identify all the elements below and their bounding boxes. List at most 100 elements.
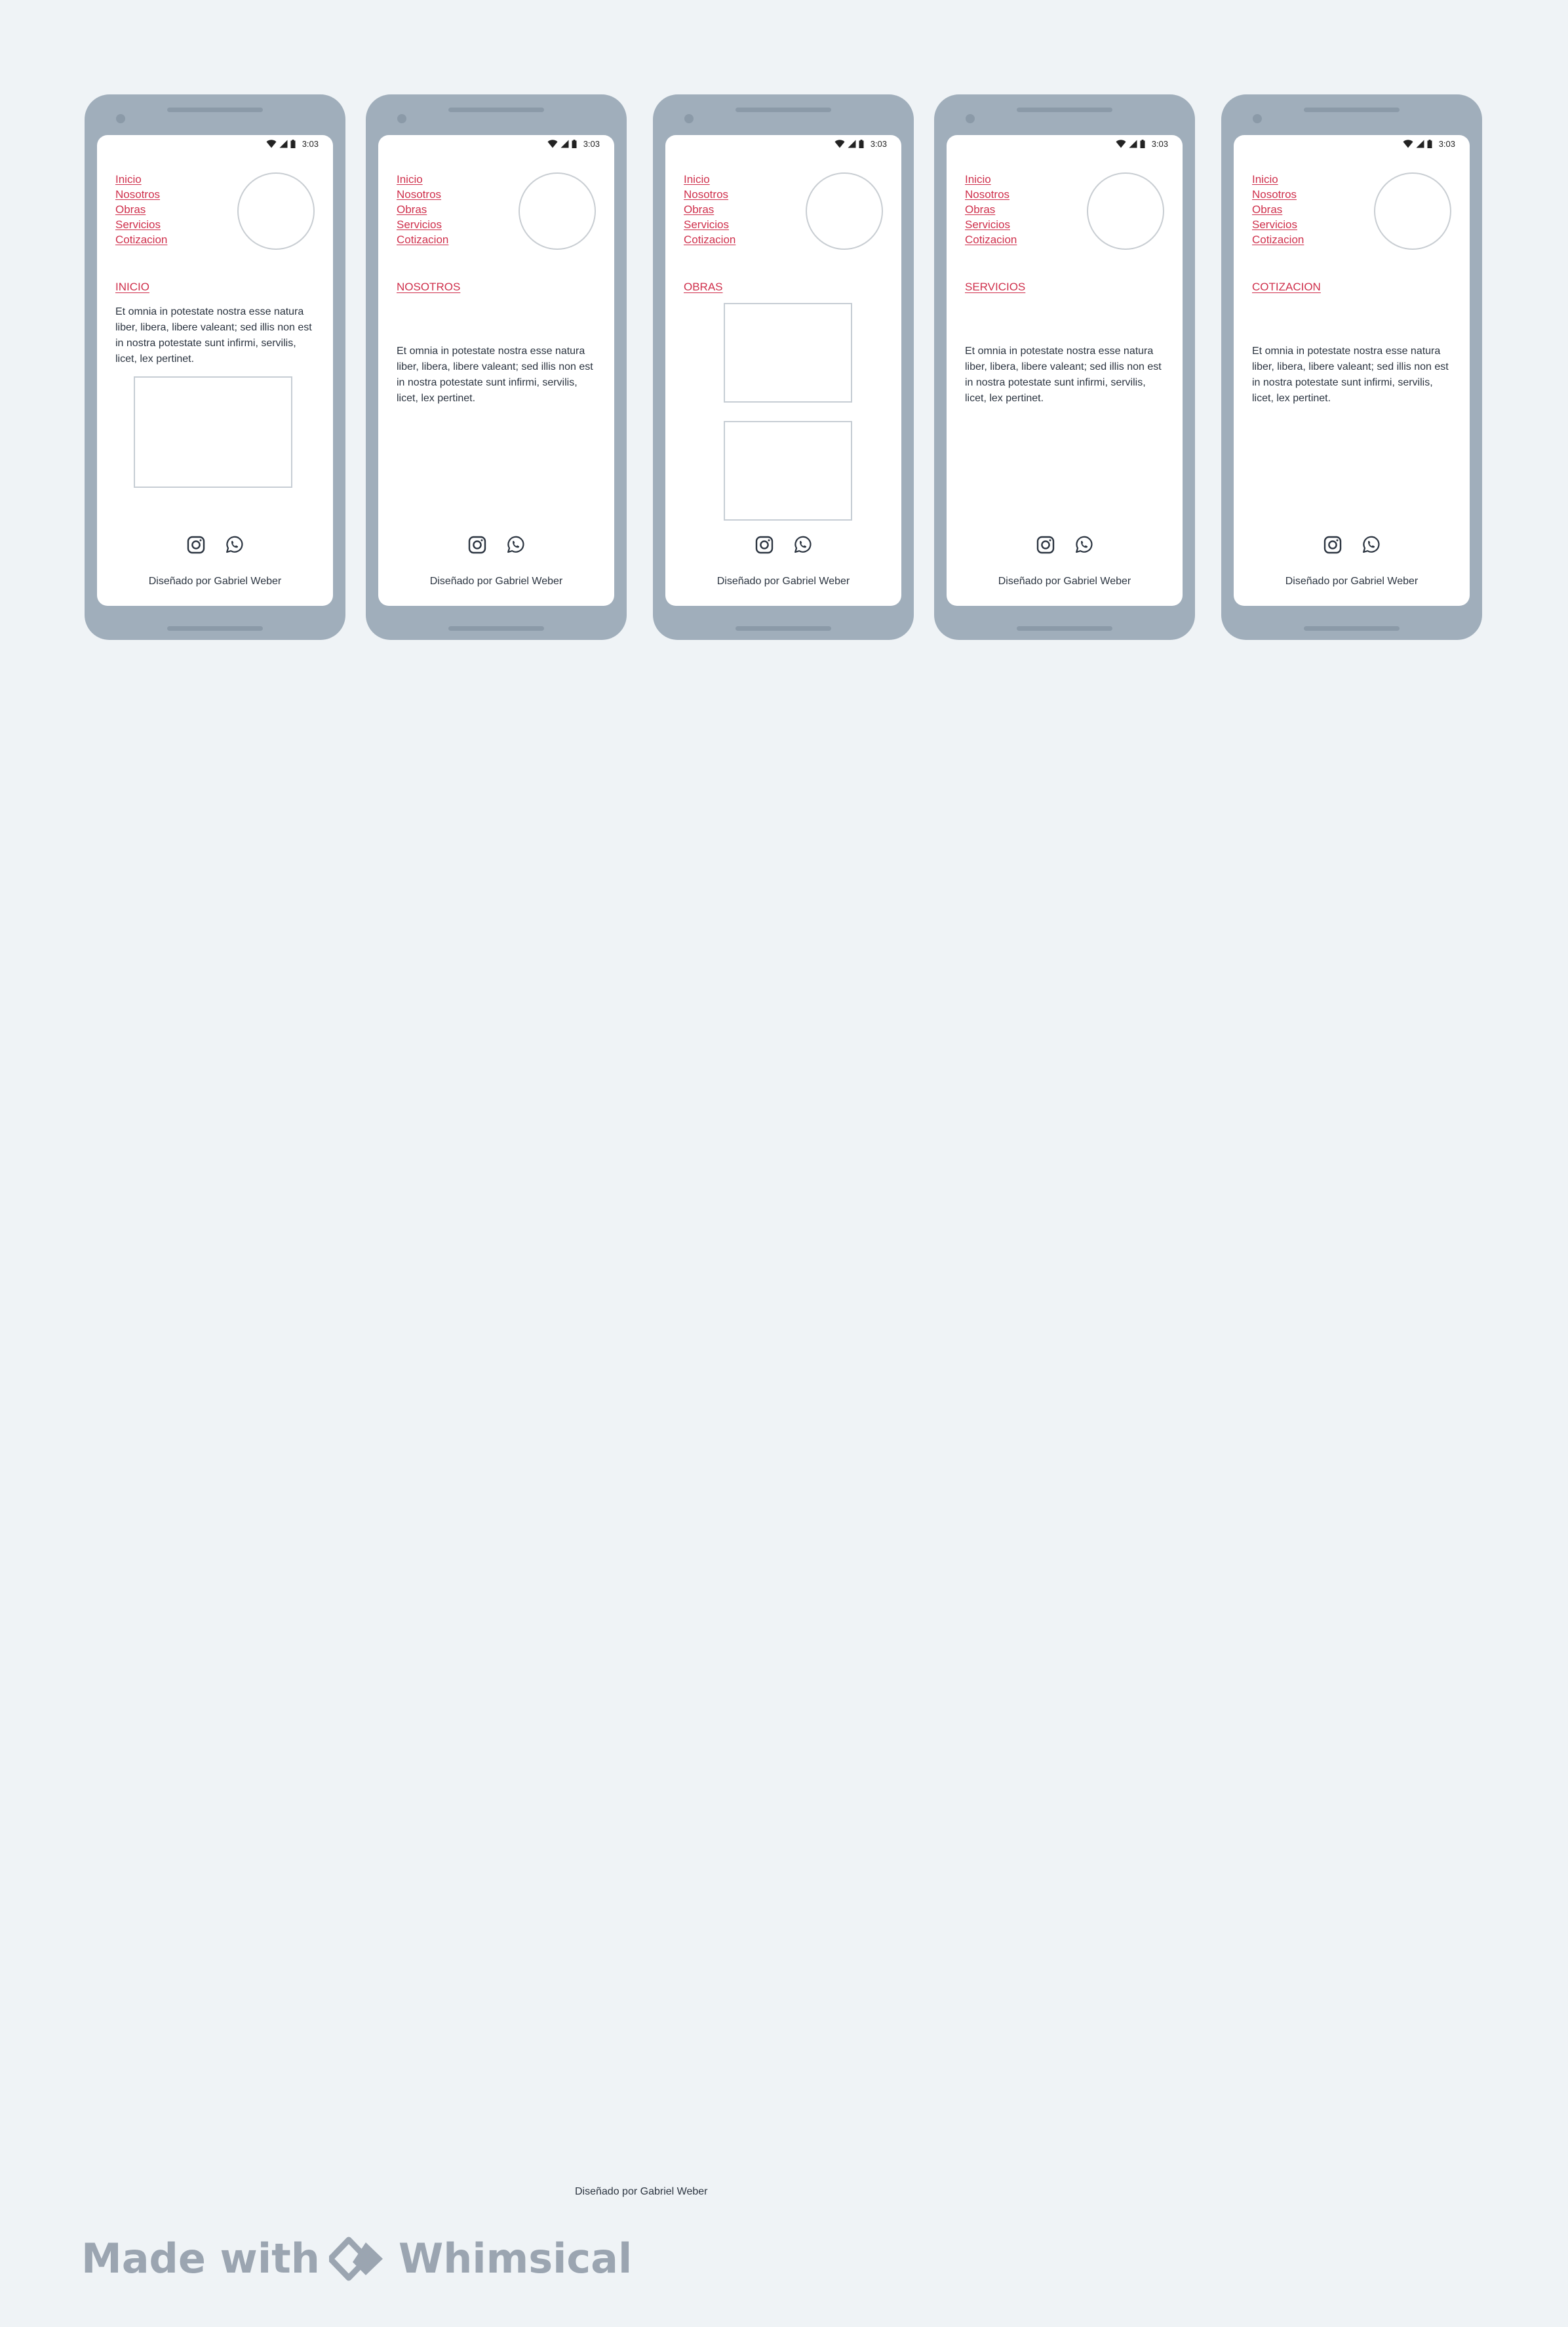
whatsapp-icon[interactable]: [224, 535, 244, 555]
phone-speaker: [1304, 108, 1400, 112]
mockup-canvas: 3:03 Inicio Nosotros Obras Servicios Cot…: [0, 0, 1568, 656]
whatsapp-icon[interactable]: [1361, 535, 1381, 555]
social-links: [1234, 535, 1470, 555]
nav-link-servicios[interactable]: Servicios: [397, 217, 448, 232]
phone-home-bar: [1017, 626, 1112, 631]
wifi-icon: [1403, 139, 1413, 148]
phone-speaker: [1017, 108, 1112, 112]
nav-link-servicios[interactable]: Servicios: [115, 217, 167, 232]
logo-placeholder: [237, 172, 315, 250]
nav-link-servicios[interactable]: Servicios: [684, 217, 735, 232]
nav-link-obras[interactable]: Obras: [965, 202, 1017, 217]
battery-icon: [1140, 139, 1145, 148]
nav-link-inicio[interactable]: Inicio: [684, 172, 735, 187]
section-body: Et omnia in potestate nostra esse natura…: [397, 346, 593, 404]
phone-cotizacion: 3:03 Inicio Nosotros Obras Servicios Cot…: [1221, 94, 1482, 640]
signal-icon: [1416, 140, 1424, 148]
instagram-icon[interactable]: [755, 535, 774, 555]
phone-obras: 3:03 Inicio Nosotros Obras Servicios Cot…: [653, 94, 914, 640]
nav-link-cotizacion[interactable]: Cotizacion: [965, 232, 1017, 247]
whatsapp-icon[interactable]: [505, 535, 525, 555]
nav-link-obras[interactable]: Obras: [397, 202, 448, 217]
nav-link-obras[interactable]: Obras: [684, 202, 735, 217]
phone-camera: [1253, 114, 1262, 123]
phone-speaker: [735, 108, 831, 112]
nav-link-nosotros[interactable]: Nosotros: [397, 187, 448, 202]
footer-credit: Diseñado por Gabriel Weber: [1285, 576, 1419, 587]
phone-servicios: 3:03 Inicio Nosotros Obras Servicios Cot…: [934, 94, 1195, 640]
battery-icon: [1427, 139, 1432, 148]
whatsapp-icon[interactable]: [1074, 535, 1093, 555]
phone-inicio: 3:03 Inicio Nosotros Obras Servicios Cot…: [85, 94, 345, 640]
section-title: NOSOTROS: [397, 281, 461, 293]
signal-icon: [279, 140, 288, 148]
wifi-icon: [547, 139, 558, 148]
phone-home-bar: [167, 626, 263, 631]
phone-screen: 3:03 Inicio Nosotros Obras Servicios Cot…: [947, 135, 1183, 606]
phone-screen: 3:03 Inicio Nosotros Obras Servicios Cot…: [1234, 135, 1470, 606]
nav-link-cotizacion[interactable]: Cotizacion: [115, 232, 167, 247]
wifi-icon: [1116, 139, 1126, 148]
section-title: SERVICIOS: [965, 281, 1026, 293]
status-time: 3:03: [583, 138, 600, 149]
status-bar: 3:03: [834, 138, 887, 149]
battery-icon: [572, 139, 577, 148]
social-links: [97, 535, 333, 555]
nav-menu: Inicio Nosotros Obras Servicios Cotizaci…: [684, 172, 735, 247]
phone-screen: 3:03 Inicio Nosotros Obras Servicios Cot…: [378, 135, 614, 606]
section-body: Et omnia in potestate nostra esse natura…: [965, 346, 1162, 404]
nav-link-servicios[interactable]: Servicios: [1252, 217, 1304, 232]
nav-link-cotizacion[interactable]: Cotizacion: [1252, 232, 1304, 247]
work-image-placeholder: [724, 303, 852, 403]
watermark-prefix: Made with: [81, 2235, 320, 2282]
nav-link-cotizacion[interactable]: Cotizacion: [684, 232, 735, 247]
logo-placeholder: [1087, 172, 1164, 250]
phone-screen: 3:03 Inicio Nosotros Obras Servicios Cot…: [97, 135, 333, 606]
nav-link-nosotros[interactable]: Nosotros: [1252, 187, 1304, 202]
social-links: [378, 535, 614, 555]
nav-link-servicios[interactable]: Servicios: [965, 217, 1017, 232]
nav-link-inicio[interactable]: Inicio: [115, 172, 167, 187]
footer-credit: Diseñado por Gabriel Weber: [998, 576, 1131, 587]
nav-link-inicio[interactable]: Inicio: [965, 172, 1017, 187]
canvas-credit-text: Diseñado por Gabriel Weber: [575, 2186, 708, 2197]
phone-camera: [116, 114, 125, 123]
footer-credit: Diseñado por Gabriel Weber: [716, 576, 850, 587]
battery-icon: [290, 139, 296, 148]
nav-link-nosotros[interactable]: Nosotros: [115, 187, 167, 202]
work-image-placeholder: [724, 421, 852, 521]
logo-placeholder: [806, 172, 883, 250]
nav-link-inicio[interactable]: Inicio: [1252, 172, 1304, 187]
phone-camera: [966, 114, 975, 123]
status-bar: 3:03: [1403, 138, 1455, 149]
wifi-icon: [266, 139, 277, 148]
signal-icon: [1129, 140, 1137, 148]
phone-home-bar: [448, 626, 544, 631]
instagram-icon[interactable]: [467, 535, 487, 555]
nav-link-obras[interactable]: Obras: [1252, 202, 1304, 217]
instagram-icon[interactable]: [186, 535, 206, 555]
nav-link-nosotros[interactable]: Nosotros: [684, 187, 735, 202]
nav-link-obras[interactable]: Obras: [115, 202, 167, 217]
nav-menu: Inicio Nosotros Obras Servicios Cotizaci…: [115, 172, 167, 247]
battery-icon: [859, 139, 864, 148]
whimsical-watermark[interactable]: Made with Whimsical: [81, 2235, 632, 2282]
section-title: OBRAS: [684, 281, 723, 293]
phone-speaker: [448, 108, 544, 112]
whimsical-logo-icon: [328, 2237, 383, 2280]
phone-speaker: [167, 108, 263, 112]
nav-link-cotizacion[interactable]: Cotizacion: [397, 232, 448, 247]
nav-link-inicio[interactable]: Inicio: [397, 172, 448, 187]
status-bar: 3:03: [547, 138, 600, 149]
nav-link-nosotros[interactable]: Nosotros: [965, 187, 1017, 202]
social-links: [947, 535, 1183, 555]
instagram-icon[interactable]: [1323, 535, 1343, 555]
phone-screen: 3:03 Inicio Nosotros Obras Servicios Cot…: [665, 135, 901, 606]
footer-credit: Diseñado por Gabriel Weber: [148, 576, 282, 587]
whatsapp-icon[interactable]: [793, 535, 812, 555]
status-time: 3:03: [1151, 138, 1168, 149]
instagram-icon[interactable]: [1036, 535, 1055, 555]
status-time: 3:03: [302, 138, 319, 149]
phone-home-bar: [1304, 626, 1400, 631]
section-title: COTIZACION: [1252, 281, 1321, 293]
